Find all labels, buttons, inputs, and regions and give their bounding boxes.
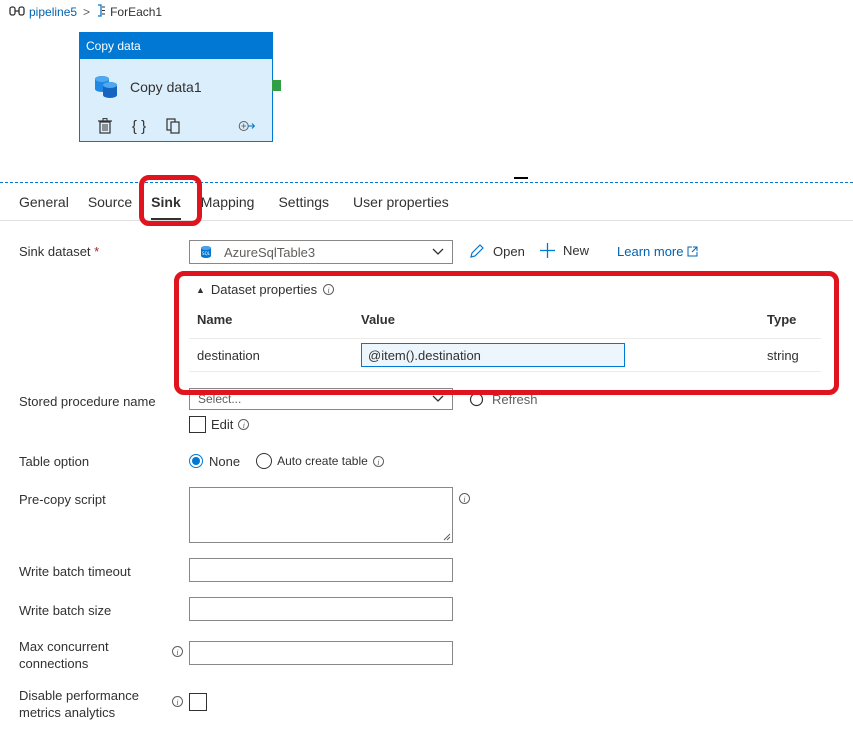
required-mark: * bbox=[94, 244, 100, 259]
info-icon: i bbox=[172, 696, 183, 707]
learn-more-link[interactable]: Learn more bbox=[617, 244, 698, 259]
write-batch-timeout-label: Write batch timeout bbox=[19, 564, 131, 579]
tab-source[interactable]: Source bbox=[88, 186, 132, 220]
write-batch-size-label: Write batch size bbox=[19, 603, 112, 618]
info-icon: i bbox=[459, 493, 470, 504]
new-button[interactable]: New bbox=[540, 243, 589, 258]
learn-more-label: Learn more bbox=[617, 244, 684, 259]
new-label: New bbox=[563, 243, 590, 258]
open-button[interactable]: Open bbox=[469, 243, 525, 259]
disable-performance-metrics-label: Disable performance metrics analytics bbox=[19, 688, 139, 720]
tab-settings[interactable]: Settings bbox=[278, 186, 329, 220]
pencil-icon bbox=[469, 243, 485, 259]
clone-icon[interactable] bbox=[164, 117, 182, 135]
sink-dataset-value: AzureSqlTable3 bbox=[224, 244, 316, 260]
panel-divider bbox=[0, 182, 853, 183]
external-link-icon bbox=[687, 246, 698, 257]
copy-data-activity-card[interactable]: Copy data Copy data1 { } bbox=[79, 32, 273, 142]
edit-checkbox[interactable] bbox=[189, 416, 206, 433]
tab-general[interactable]: General bbox=[19, 186, 69, 220]
tab-user-properties[interactable]: User properties bbox=[353, 186, 449, 220]
delete-icon[interactable] bbox=[96, 117, 114, 135]
max-concurrent-connections-input[interactable] bbox=[189, 641, 453, 665]
sink-tab-highlight bbox=[139, 175, 202, 226]
pre-copy-script-label: Pre-copy script bbox=[19, 492, 106, 507]
resize-grip-icon[interactable] bbox=[443, 533, 451, 541]
plus-icon bbox=[540, 243, 555, 258]
radio-none[interactable] bbox=[189, 454, 203, 468]
sql-table-icon: SQL bbox=[200, 245, 212, 259]
sink-dataset-label: Sink dataset * bbox=[19, 244, 100, 259]
open-label: Open bbox=[493, 243, 525, 259]
activity-name: Copy data1 bbox=[130, 78, 202, 95]
dataset-properties-highlight bbox=[174, 271, 839, 395]
success-output-port[interactable] bbox=[272, 80, 281, 91]
panel-resize-handle[interactable] bbox=[514, 177, 528, 179]
radio-auto-create-label: Auto create table bbox=[277, 454, 368, 468]
info-icon: i bbox=[372, 455, 384, 467]
write-batch-size-input[interactable] bbox=[189, 597, 453, 621]
edit-label: Edit bbox=[211, 417, 234, 432]
activity-type-header: Copy data bbox=[80, 33, 272, 59]
table-option-radio-group: None Auto create table i bbox=[189, 453, 384, 469]
breadcrumb-pipeline-link[interactable]: pipeline5 bbox=[29, 5, 77, 19]
max-concurrent-connections-label: Max concurrent connections bbox=[19, 639, 109, 671]
tab-mapping[interactable]: Mapping bbox=[201, 186, 255, 220]
radio-auto-create[interactable] bbox=[256, 453, 273, 469]
disable-performance-metrics-checkbox[interactable] bbox=[189, 693, 207, 711]
table-option-label: Table option bbox=[19, 454, 90, 469]
code-icon[interactable]: { } bbox=[130, 117, 148, 135]
breadcrumb-separator: > bbox=[83, 5, 91, 19]
info-icon: i bbox=[238, 419, 250, 430]
tab-bar: General Source Sink Mapping Settings Use… bbox=[0, 186, 853, 221]
stored-procedure-label: Stored procedure name bbox=[19, 394, 156, 409]
edit-option[interactable]: Edit i bbox=[189, 416, 250, 433]
pre-copy-script-textarea[interactable] bbox=[189, 487, 453, 543]
breadcrumb: pipeline5 > ForEach1 bbox=[9, 4, 162, 20]
info-icon: i bbox=[172, 646, 183, 657]
pipeline-icon bbox=[9, 5, 25, 20]
write-batch-timeout-input[interactable] bbox=[189, 558, 453, 582]
chevron-down-icon bbox=[432, 395, 444, 403]
sink-dataset-select[interactable]: SQL AzureSqlTable3 bbox=[189, 240, 453, 264]
radio-none-label: None bbox=[209, 453, 241, 469]
svg-text:SQL: SQL bbox=[202, 251, 211, 256]
chevron-down-icon bbox=[432, 248, 444, 256]
foreach-icon bbox=[96, 4, 106, 20]
add-output-icon[interactable] bbox=[238, 117, 256, 135]
copy-data-icon bbox=[92, 71, 120, 102]
breadcrumb-foreach[interactable]: ForEach1 bbox=[110, 5, 162, 19]
